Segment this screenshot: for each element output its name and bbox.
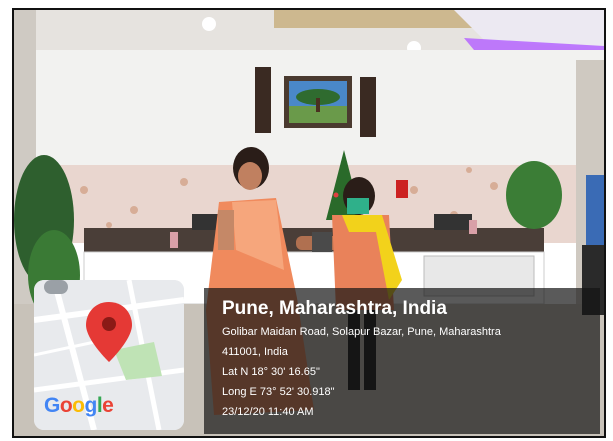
address-line-1: Golibar Maidan Road, Solapur Bazar, Pune… — [222, 326, 501, 338]
map-thumbnail[interactable]: Google — [34, 280, 184, 430]
timestamp-text: 23/12/20 11:40 AM — [222, 406, 314, 418]
longitude-text: Long E 73° 52' 30.918" — [222, 386, 335, 398]
location-place: Pune, Maharashtra, India — [222, 298, 447, 319]
google-letter-o2: o — [72, 394, 85, 417]
google-letter-g: G — [44, 394, 60, 417]
latitude-text: Lat N 18° 30' 16.65" — [222, 366, 320, 378]
google-letter-e: e — [102, 394, 114, 417]
location-overlay: Pune, Maharashtra, India Golibar Maidan … — [204, 288, 600, 434]
google-letter-g2: g — [84, 394, 98, 417]
photo: Google Pune, Maharashtra, India Golibar … — [12, 8, 606, 438]
google-letter-o1: o — [59, 394, 73, 417]
address-line-2: 411001, India — [222, 346, 288, 358]
google-logo: Google — [44, 394, 114, 418]
